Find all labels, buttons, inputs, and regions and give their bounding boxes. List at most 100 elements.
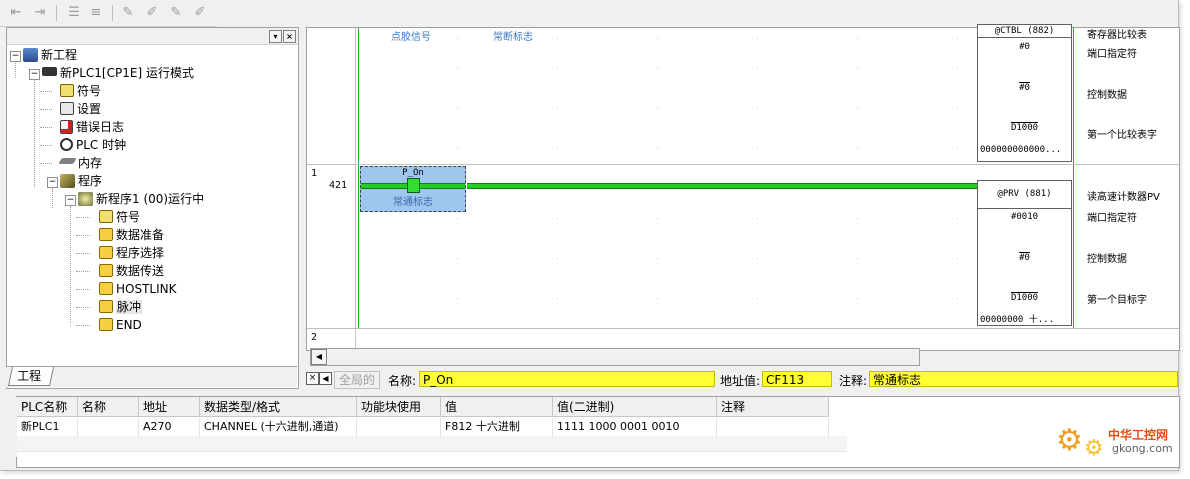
gear-icon: ⚙ bbox=[1056, 423, 1083, 458]
grid-dot bbox=[957, 148, 958, 149]
collapse-info-icon[interactable]: ◀ bbox=[319, 372, 332, 385]
tree-item-symbols[interactable]: 符号 bbox=[60, 82, 101, 100]
tree-item-section[interactable]: 脉冲 bbox=[99, 298, 143, 316]
tree-item-section[interactable]: END bbox=[99, 316, 142, 334]
block-instruction-name: @PRV (881) bbox=[978, 188, 1071, 209]
draw-erase-2-icon[interactable]: ✐ bbox=[190, 4, 210, 22]
column-header[interactable]: 值 bbox=[441, 397, 553, 417]
indent-increase-icon[interactable]: ⇥ bbox=[30, 4, 50, 22]
block-operand: #0010 bbox=[1010, 212, 1039, 222]
energized-rung-line bbox=[467, 183, 977, 189]
grid-dot bbox=[457, 68, 458, 69]
comment-field[interactable]: 常通标志 bbox=[869, 371, 1178, 387]
rung-number: 2 bbox=[311, 332, 318, 343]
table-cell bbox=[357, 418, 441, 436]
tree-item-error-log[interactable]: 错误日志 bbox=[60, 118, 124, 136]
tab-project[interactable]: 工程 bbox=[7, 367, 55, 386]
block-operand: #0 bbox=[1019, 253, 1030, 263]
grid-dot bbox=[857, 148, 858, 149]
grid-dot bbox=[757, 108, 758, 109]
column-header[interactable]: 功能块使用 bbox=[357, 397, 441, 417]
expand-toggle[interactable]: − bbox=[47, 177, 58, 188]
scroll-left-icon[interactable]: ◀ bbox=[311, 349, 327, 365]
block-operand: #0 bbox=[1019, 83, 1030, 93]
tree-item-plc-clock[interactable]: PLC 时钟 bbox=[60, 136, 126, 154]
draw-erase-icon[interactable]: ✎ bbox=[166, 4, 186, 22]
grid-dot bbox=[857, 38, 858, 39]
symbol-table-icon bbox=[60, 84, 74, 97]
expand-toggle[interactable]: − bbox=[29, 69, 40, 80]
tree-item-memory[interactable]: 内存 bbox=[58, 154, 102, 172]
indent-decrease-icon[interactable]: ⇤ bbox=[6, 4, 26, 22]
function-block-ctbl[interactable]: @CTBL (882) #0 #0 D1000 000000000000... bbox=[977, 24, 1072, 162]
column-header[interactable]: 注释 bbox=[717, 397, 829, 417]
contact-comment: 常通标志 bbox=[393, 197, 433, 208]
grid-dot bbox=[657, 38, 658, 39]
address-field[interactable]: CF113 bbox=[762, 371, 832, 387]
align-list-icon[interactable]: ☰ bbox=[64, 4, 84, 22]
symbol-table-icon bbox=[99, 210, 113, 223]
section-icon bbox=[99, 228, 113, 241]
column-header[interactable]: 名称 bbox=[78, 397, 139, 417]
global-checkbox[interactable]: 全局的 bbox=[334, 371, 380, 389]
tree-item-project[interactable]: 新工程 bbox=[23, 46, 77, 64]
grid-dot bbox=[757, 68, 758, 69]
section-icon bbox=[99, 318, 113, 331]
grid-dot bbox=[757, 298, 758, 299]
tree-item-local-symbols[interactable]: 符号 bbox=[99, 208, 140, 226]
grid-dot bbox=[857, 258, 858, 259]
table-cell: F812 十六进制 bbox=[441, 418, 553, 436]
grid-dot bbox=[557, 148, 558, 149]
column-header[interactable]: PLC名称 bbox=[17, 397, 78, 417]
ladder-editor[interactable]: 点胶信号 常断标志 @CTBL (882) #0 #0 D1000 000000… bbox=[306, 24, 1180, 351]
grid-dot bbox=[957, 68, 958, 69]
grid-dot bbox=[457, 108, 458, 109]
contact-p-on[interactable]: P_On 常通标志 bbox=[360, 166, 466, 212]
name-label: 名称: bbox=[388, 374, 417, 388]
table-cell bbox=[78, 418, 139, 436]
tree-item-section[interactable]: 数据准备 bbox=[99, 226, 164, 244]
section-icon bbox=[99, 264, 113, 277]
grid-dot bbox=[457, 218, 458, 219]
grid-dot bbox=[857, 218, 858, 219]
tree-item-programs[interactable]: 程序 bbox=[60, 172, 102, 190]
function-block-prv[interactable]: @PRV (881) #0010 #0 D1000 00000000 十... bbox=[977, 180, 1072, 326]
grid-dot bbox=[957, 38, 958, 39]
memory-chip-icon bbox=[58, 157, 77, 164]
expand-toggle[interactable]: − bbox=[10, 51, 21, 62]
table-cell: A270 bbox=[139, 418, 200, 436]
gear-icon: ⚙ bbox=[1084, 436, 1104, 461]
rung-comment: 点胶信号 bbox=[391, 32, 431, 43]
grid-dot bbox=[857, 108, 858, 109]
tree-item-section[interactable]: HOSTLINK bbox=[99, 280, 177, 298]
panel-close-icon[interactable]: × bbox=[283, 30, 296, 43]
tree-panel-header: ▾ × bbox=[7, 28, 298, 45]
name-field[interactable]: P_On bbox=[419, 371, 715, 387]
block-comment: 控制数据 bbox=[1087, 254, 1127, 265]
tree-item-section[interactable]: 程序选择 bbox=[99, 244, 164, 262]
column-header[interactable]: 值(二进制) bbox=[553, 397, 717, 417]
column-header[interactable]: 地址 bbox=[139, 397, 200, 417]
grid-dot bbox=[657, 298, 658, 299]
draw-diagonal-icon[interactable]: ✐ bbox=[142, 4, 162, 22]
grid-dot bbox=[957, 108, 958, 109]
grid-dot bbox=[757, 148, 758, 149]
expand-toggle[interactable]: − bbox=[65, 195, 76, 206]
draw-line-icon[interactable]: ✎ bbox=[118, 4, 138, 22]
block-operand: D1000 bbox=[1010, 123, 1039, 133]
table-row-empty[interactable] bbox=[17, 436, 847, 452]
app-window: ⇤ ⇥ ☰ ≡ ✎ ✐ ✎ ✐ ▾ × − − − − 新工程 新PLC1[CP… bbox=[0, 0, 1180, 471]
horizontal-scrollbar[interactable]: ◀ bbox=[310, 348, 920, 366]
column-header[interactable]: 数据类型/格式 bbox=[200, 397, 357, 417]
tree-item-new-program[interactable]: 新程序1 (00)运行中 bbox=[78, 190, 204, 208]
tree-item-section[interactable]: 数据传送 bbox=[99, 262, 164, 280]
section-icon bbox=[99, 300, 113, 313]
panel-dropdown-icon[interactable]: ▾ bbox=[269, 30, 282, 43]
block-comment: 第一个目标字 bbox=[1087, 295, 1147, 306]
tree-item-plc[interactable]: 新PLC1[CP1E] 运行模式 bbox=[42, 64, 194, 82]
address-label: 地址值: bbox=[720, 374, 761, 388]
table-cell: 1111 1000 0001 0010 bbox=[553, 418, 717, 436]
align-list-2-icon[interactable]: ≡ bbox=[86, 4, 106, 22]
close-info-icon[interactable]: × bbox=[306, 372, 319, 385]
tree-item-settings[interactable]: 设置 bbox=[60, 100, 101, 118]
